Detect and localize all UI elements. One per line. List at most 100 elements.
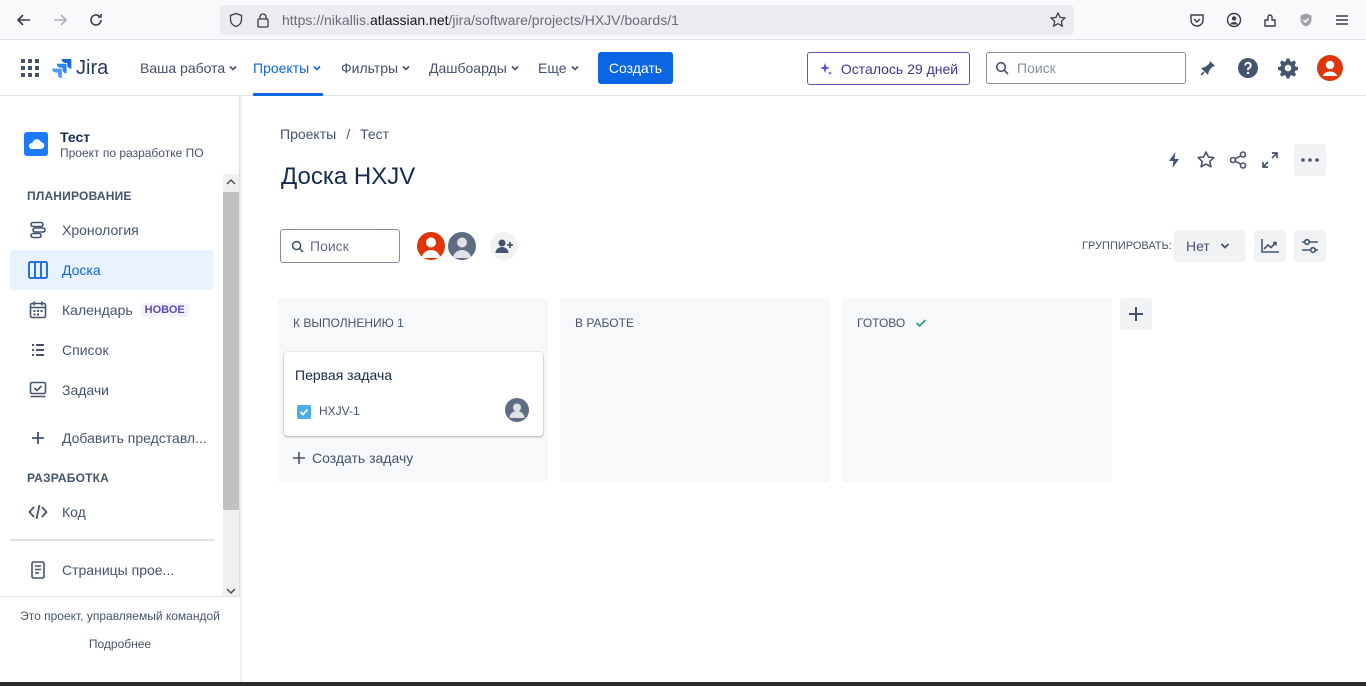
sidebar-item-label: Хронология [62,222,139,238]
cloud-icon [28,139,45,150]
more-dots-icon [1301,158,1319,162]
page-icon [31,561,45,579]
jira-logo[interactable]: Jira [52,57,108,80]
chevron-down-icon [1220,243,1229,249]
app-switcher-icon[interactable] [21,59,39,77]
sliders-icon [1302,238,1318,254]
breadcrumb-separator: / [346,126,351,142]
issues-icon [29,381,47,398]
sidebar-add-view[interactable]: Добавить представл... [10,418,213,458]
automation-lightning-icon[interactable] [1160,146,1188,174]
chart-trend-icon [1261,239,1279,253]
top-navigation: Jira Ваша работа Проекты Фильтры Дашбоар… [0,40,1366,96]
team-managed-note: Это проект, управляемый командой [20,609,220,623]
nav-projects[interactable]: Проекты [253,40,323,96]
chevron-down-icon [570,65,579,71]
project-avatar[interactable] [24,132,48,156]
code-icon [28,504,48,520]
sidebar-divider [10,539,215,541]
share-icon[interactable] [1224,146,1252,174]
back-arrow-icon[interactable] [12,8,36,32]
help-icon[interactable] [1234,54,1262,82]
new-badge: НОВОЕ [140,303,189,317]
sidebar-item-issues[interactable]: Задачи [10,370,213,410]
project-name[interactable]: Тест [60,129,90,145]
create-button[interactable]: Создать [598,52,673,84]
breadcrumb-project[interactable]: Тест [360,126,389,142]
issue-card[interactable]: Первая задача HXJV-1 [284,352,543,436]
lock-icon[interactable] [256,12,270,28]
chevron-down-icon [511,65,519,71]
jira-logo-icon [52,58,72,78]
assignee-avatar-user[interactable] [415,230,447,262]
add-column-button[interactable] [1120,298,1152,330]
nav-more[interactable]: Еще [538,40,580,96]
user-icon [453,237,471,258]
sidebar-item-label: Код [62,504,86,520]
breadcrumb-projects[interactable]: Проекты [280,126,336,142]
issue-summary: Первая задача [295,367,393,383]
trial-button[interactable]: Осталось 29 дней [807,52,970,85]
nav-dashboards[interactable]: Дашбоарды [429,40,520,96]
development-heading: РАЗРАБОТКА [27,471,110,485]
board-column-in-progress: В РАБОТЕ [560,298,830,482]
search-icon [291,240,304,253]
fullscreen-icon[interactable] [1256,146,1284,174]
nav-filters[interactable]: Фильтры [341,40,411,96]
add-person-icon [495,239,513,253]
more-actions-button[interactable] [1294,144,1326,176]
card-assignee-avatar[interactable] [505,398,529,422]
planning-heading: ПЛАНИРОВАНИЕ [27,189,132,203]
task-checkbox-icon [297,405,311,419]
board-column-done: ГОТОВО [842,298,1112,482]
nav-label: Ваша работа [140,60,226,76]
insights-button[interactable] [1254,230,1286,262]
board-search-input[interactable]: Поиск [280,229,400,263]
url-bar[interactable]: https://nikallis.atlassian.net/jira/soft… [220,5,1074,35]
settings-gear-icon[interactable] [1274,54,1302,82]
sidebar-edge [240,96,243,686]
calendar-icon [29,301,47,319]
global-search-input[interactable]: Поиск [986,52,1186,84]
forward-arrow-icon[interactable] [48,8,72,32]
view-settings-button[interactable] [1294,230,1326,262]
assignee-avatar-unassigned[interactable] [446,230,478,262]
page-title: Доска HXJV [281,163,416,190]
board-columns-icon [28,261,48,279]
menu-icon[interactable] [1330,8,1354,32]
sidebar-item-list[interactable]: Список [10,330,213,370]
taskbar-edge [0,682,1366,686]
scrollbar-thumb[interactable] [223,192,239,510]
sidebar-item-project-pages[interactable]: Страницы прое... [10,550,213,590]
shield-extension-icon[interactable] [1294,8,1318,32]
shield-icon[interactable] [228,12,244,28]
issue-key[interactable]: HXJV-1 [319,404,360,418]
learn-more-link[interactable]: Подробнее [0,637,240,651]
account-icon[interactable] [1222,8,1246,32]
user-avatar[interactable] [1316,54,1344,82]
group-by-select[interactable]: Нет [1174,230,1245,262]
sidebar-item-board[interactable]: Доска [10,250,213,290]
pocket-icon[interactable] [1185,8,1209,32]
reload-icon[interactable] [84,8,108,32]
sidebar-item-timeline[interactable]: Хронология [10,210,213,250]
column-title-text: К ВЫПОЛНЕНИЮ 1 [293,316,404,330]
group-by-value: Нет [1186,238,1210,254]
sparkle-icon [819,62,832,75]
browser-toolbar: https://nikallis.atlassian.net/jira/soft… [0,0,1366,40]
timeline-icon [30,221,46,239]
create-issue-button[interactable]: Создать задачу [292,450,413,466]
scroll-up-icon[interactable] [223,174,239,190]
notifications-icon[interactable] [1194,54,1222,82]
plus-icon [32,432,44,444]
sidebar-item-calendar[interactable]: Календарь НОВОЕ [10,290,213,330]
nav-your-work[interactable]: Ваша работа [140,40,238,96]
extensions-icon[interactable] [1258,8,1282,32]
sidebar-item-label: Календарь [62,302,133,318]
add-people-button[interactable] [488,230,520,262]
sidebar-item-label: Добавить представл... [62,430,207,446]
sidebar-item-code[interactable]: Код [10,492,213,532]
star-icon[interactable] [1192,146,1220,174]
breadcrumb: Проекты / Тест [280,126,389,142]
bookmark-star-icon[interactable] [1049,11,1067,29]
